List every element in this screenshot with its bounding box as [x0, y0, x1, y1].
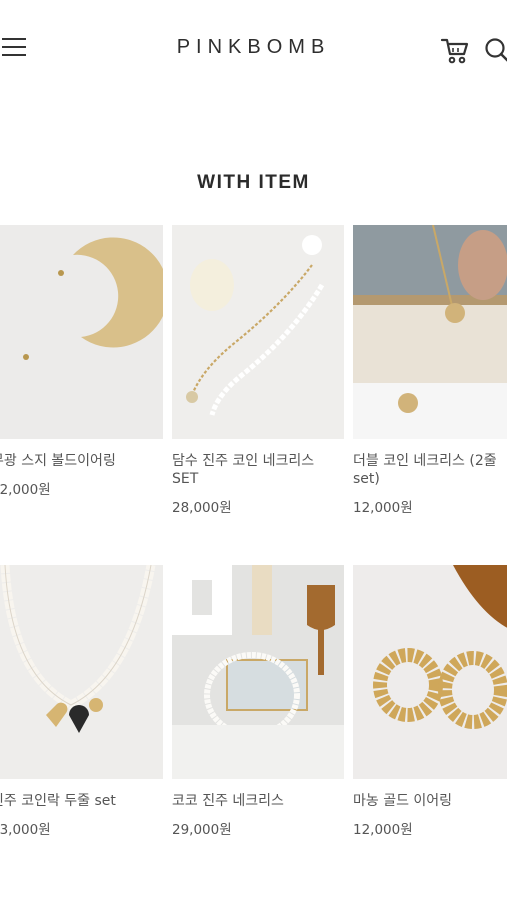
section-title: WITH ITEM	[197, 172, 310, 193]
site-header: PINKBOMB	[0, 0, 507, 100]
product-price: 12,000원	[353, 822, 413, 838]
product-price: 13,000원	[0, 822, 51, 838]
product-name[interactable]: 담수 진주 코인 네크리스 SET	[172, 452, 344, 488]
site-logo[interactable]: PINKBOMB	[0, 36, 507, 59]
product-card[interactable]: 무광 스지 볼드이어링 12,000원	[0, 225, 163, 498]
product-price: 28,000원	[172, 500, 232, 516]
product-image[interactable]	[172, 565, 344, 779]
product-name[interactable]: 무광 스지 볼드이어링	[0, 452, 163, 470]
product-price: 12,000원	[353, 500, 413, 516]
product-price: 12,000원	[0, 482, 51, 498]
product-image[interactable]	[0, 565, 163, 779]
product-card[interactable]: 마농 골드 이어링 12,000원	[353, 565, 507, 838]
search-icon[interactable]	[483, 36, 507, 62]
product-name[interactable]: 코코 진주 네크리스	[172, 792, 344, 810]
product-image[interactable]	[0, 225, 163, 439]
product-card[interactable]: 더블 코인 네크리스 (2줄 set) 12,000원	[353, 225, 507, 516]
product-image[interactable]	[353, 565, 507, 779]
product-name[interactable]: 진주 코인락 두줄 set	[0, 792, 163, 810]
product-card[interactable]: 담수 진주 코인 네크리스 SET 28,000원	[172, 225, 344, 516]
product-card[interactable]: 진주 코인락 두줄 set 13,000원	[0, 565, 163, 838]
shopping-cart-icon[interactable]	[440, 36, 470, 64]
product-image[interactable]	[353, 225, 507, 439]
product-name[interactable]: 더블 코인 네크리스 (2줄 set)	[353, 452, 507, 488]
product-price: 29,000원	[172, 822, 232, 838]
product-name[interactable]: 마농 골드 이어링	[353, 792, 507, 810]
product-card[interactable]: 코코 진주 네크리스 29,000원	[172, 565, 344, 838]
product-image[interactable]	[172, 225, 344, 439]
